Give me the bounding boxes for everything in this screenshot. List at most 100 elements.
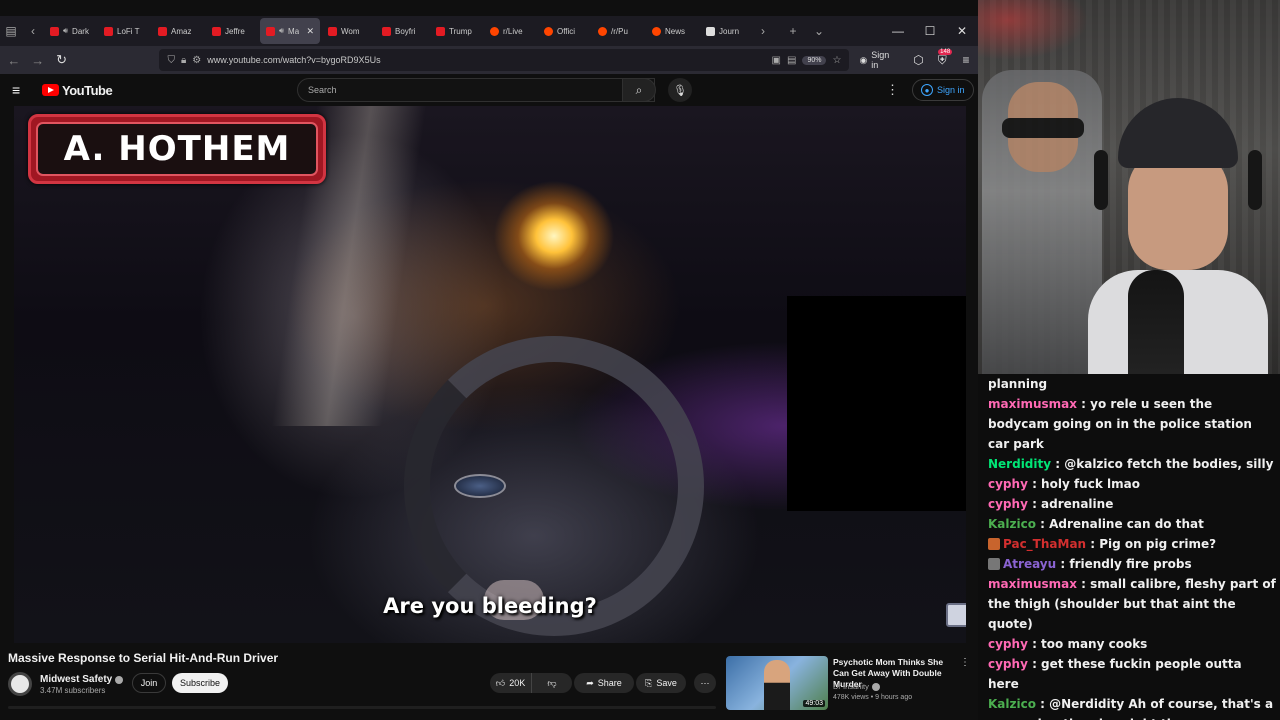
chat-username[interactable]: maximusmax	[988, 397, 1077, 411]
maximize-icon[interactable]: ☐	[914, 17, 946, 45]
recommended-channel-link[interactable]: Dr Insanity	[833, 682, 880, 691]
chat-username[interactable]: cyphy	[988, 477, 1028, 491]
channel-watermark-icon[interactable]	[946, 603, 966, 627]
channel-name: Midwest Safety	[40, 674, 113, 685]
tab-label: Jeffre	[225, 26, 245, 36]
close-window-icon[interactable]: ✕	[946, 17, 978, 45]
speaker-icon[interactable]: 🔊︎	[279, 26, 284, 36]
guide-menu-icon[interactable]: ≡	[12, 82, 28, 98]
recommended-more-icon[interactable]: ⋮	[960, 657, 970, 668]
search-icon[interactable]: ⌕	[622, 78, 656, 102]
ublock-icon[interactable]: ⛨ 148	[930, 48, 954, 72]
microphone-icon[interactable]: 🎙︎	[668, 78, 692, 102]
chat-username[interactable]: maximusmax	[988, 577, 1077, 591]
close-tab-icon[interactable]: ✕	[306, 26, 314, 37]
recommended-thumbnail[interactable]: 49:03	[726, 656, 828, 710]
youtube-logo-text: YouTube	[62, 82, 113, 98]
chat-message: Pac_ThaMan : Pig on pig crime?	[988, 534, 1276, 554]
search-input[interactable]: Search	[297, 78, 655, 102]
chat-username[interactable]: cyphy	[988, 497, 1028, 511]
journal-favicon-icon	[706, 26, 715, 36]
new-tab-icon[interactable]: +	[782, 20, 804, 42]
tab-overview-icon[interactable]: ▤	[0, 20, 22, 42]
youtube-favicon-icon	[266, 26, 275, 36]
video-player[interactable]: A. HOTHEM Are you bleeding?	[14, 106, 966, 643]
youtube-favicon-icon	[436, 26, 445, 36]
shield-icon[interactable]: ⛉	[167, 55, 175, 66]
youtube-favicon-icon	[50, 26, 59, 36]
reload-icon[interactable]: ↻	[50, 48, 74, 72]
browser-tab[interactable]: Boyfri	[376, 18, 428, 44]
chat-message: Nerdidity : @kalzico fetch the bodies, s…	[988, 457, 1274, 471]
speaker-icon[interactable]: 🔊︎	[63, 26, 68, 36]
streamer-head	[1128, 150, 1228, 270]
back-icon[interactable]: ←	[2, 48, 26, 72]
chat-username[interactable]: Kalzico	[988, 697, 1036, 711]
chat-username[interactable]: cyphy	[988, 637, 1028, 651]
chat-text: holy fuck lmao	[1041, 477, 1140, 491]
chat-text: adrenaline	[1041, 497, 1114, 511]
verified-icon	[871, 682, 880, 691]
browser-tab[interactable]: Journ	[700, 18, 752, 44]
settings-more-icon[interactable]: ⋮	[886, 82, 899, 98]
tab-label: Wom	[341, 26, 360, 36]
chat-username[interactable]: Nerdidity	[988, 457, 1051, 471]
person-icon: ●	[921, 84, 933, 96]
chat-message: cyphy : too many cooks	[988, 637, 1148, 651]
browser-tab[interactable]: 🔊︎ Dark S	[44, 18, 96, 44]
reader-view-icon[interactable]: ▤	[787, 55, 796, 66]
like-button[interactable]: 👍︎ 20K	[490, 673, 531, 693]
zoom-level[interactable]: 90%	[802, 55, 827, 65]
chat-badge-icon	[988, 558, 1000, 570]
join-button[interactable]: Join	[132, 673, 166, 693]
thumbs-down-icon: 👎︎	[547, 677, 557, 688]
reddit-favicon-icon	[544, 26, 553, 36]
chat-username[interactable]: Kalzico	[988, 517, 1036, 531]
chat-text: Adrenaline can do that	[1049, 517, 1204, 531]
channel-avatar[interactable]	[8, 672, 32, 696]
browser-sign-in-label: Sign in	[871, 50, 890, 70]
bookmark-star-icon[interactable]: ☆	[832, 55, 841, 66]
more-actions-button[interactable]: ⋯	[694, 673, 716, 693]
browser-tab[interactable]: Wom	[322, 18, 374, 44]
channel-name-link[interactable]: Midwest Safety	[40, 674, 124, 685]
picture-in-picture-icon[interactable]: ▣	[772, 55, 781, 66]
chat-text: Pig on pig crime?	[1099, 537, 1217, 551]
chat-message: maximusmax : small calibre, fleshy part …	[988, 577, 1276, 631]
address-bar[interactable]: ⛉ 🔒︎ ⚙ www.youtube.com/watch?v=bygoRD9X5…	[159, 49, 850, 71]
browser-tab[interactable]: Jeffre	[206, 18, 258, 44]
browser-tab[interactable]: r/Live	[484, 18, 536, 44]
forward-icon[interactable]: →	[26, 48, 50, 72]
chat-message: maximusmax : yo rele u seen the bodycam …	[988, 397, 1252, 451]
browser-tab[interactable]: LoFi T	[98, 18, 150, 44]
browser-account-button[interactable]: ◉ Sign in	[859, 50, 898, 70]
save-button[interactable]: ⎘ Save	[636, 673, 686, 693]
chat-message: cyphy : adrenaline	[988, 497, 1114, 511]
app-menu-icon[interactable]: ≡	[954, 48, 978, 72]
url-text[interactable]: www.youtube.com/watch?v=bygoRD9X5Us	[207, 55, 380, 65]
browser-tab[interactable]: Trump	[430, 18, 482, 44]
scroll-tabs-right-icon[interactable]: ›	[752, 20, 774, 42]
lock-icon[interactable]: 🔒︎	[181, 55, 186, 66]
browser-tab[interactable]: Offici	[538, 18, 590, 44]
browser-tab[interactable]: Amaz	[152, 18, 204, 44]
minimize-icon[interactable]: —	[882, 17, 914, 45]
youtube-logo[interactable]: YouTube	[42, 82, 113, 98]
permissions-icon[interactable]: ⚙	[192, 55, 201, 66]
headphone-left-shape	[1094, 150, 1108, 210]
video-watermark: A. HOTHEM	[28, 114, 326, 184]
scroll-tabs-left-icon[interactable]: ‹	[22, 20, 44, 42]
browser-tab[interactable]: 🔊︎ Ma ✕	[260, 18, 320, 44]
share-button[interactable]: ➦ Share	[574, 673, 634, 693]
browser-tab[interactable]: News	[646, 18, 698, 44]
youtube-sign-in-button[interactable]: ● Sign in	[912, 79, 974, 101]
extensions-icon[interactable]: ⬡	[907, 48, 931, 72]
chat-username[interactable]: Pac_ThaMan	[1003, 537, 1086, 551]
browser-tab[interactable]: /r/Pu	[592, 18, 644, 44]
dislike-button[interactable]: 👎︎	[531, 673, 572, 693]
list-tabs-icon[interactable]: ⌄	[808, 20, 830, 42]
chat-username[interactable]: Atreayu	[1003, 557, 1056, 571]
chat-username[interactable]: cyphy	[988, 657, 1028, 671]
subscribe-button[interactable]: Subscribe	[172, 673, 228, 693]
tab-label: Journ	[719, 26, 740, 36]
